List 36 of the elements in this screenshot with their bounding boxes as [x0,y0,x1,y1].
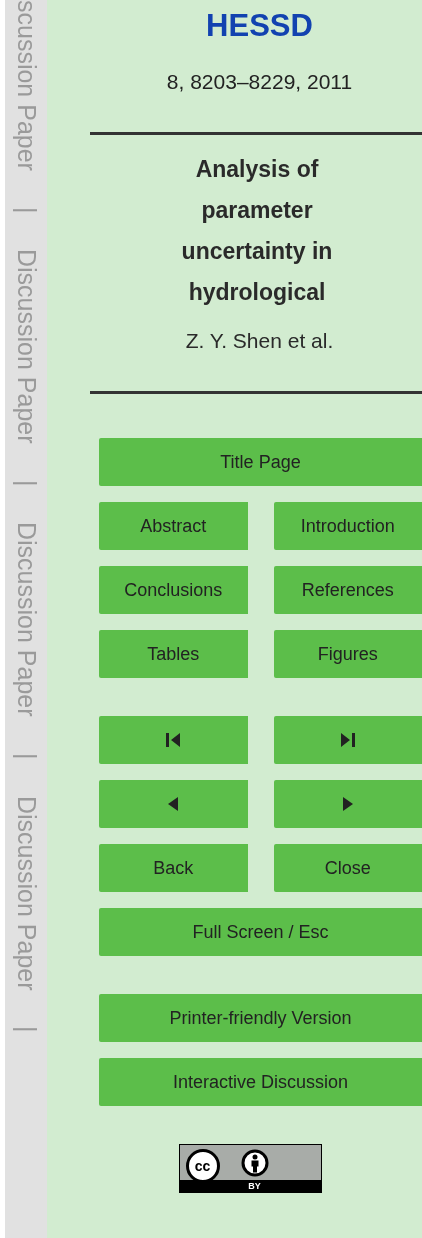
first-page-icon [166,733,181,747]
margin-label: Discussion Paper [13,522,39,717]
nav-button[interactable]: Full Screen / Esc [99,908,422,956]
margin-label: scussion Paper [13,0,39,171]
nav-button[interactable]: Figures [273,630,422,678]
authors: Z. Y. Shen et al. [184,329,335,353]
journal-name: HESSD [205,7,314,44]
nav-button[interactable]: Printer-friendly Version [99,994,422,1042]
nav-button[interactable]: Conclusions [99,566,248,614]
margin-label: | [13,206,39,214]
nav-button[interactable] [99,780,248,828]
margin-label: | [13,1026,39,1033]
citation: 8, 8203–8229, 2011 [165,70,354,94]
cc-logo: cc [185,1149,220,1183]
nav-button[interactable] [99,716,248,764]
margin-label: Discussion Paper [13,249,39,444]
nav-button[interactable] [273,780,422,828]
nav-button[interactable]: References [273,566,422,614]
nav-button[interactable]: Tables [99,630,248,678]
nav-button[interactable]: Back [99,844,248,892]
nav-button[interactable] [273,716,422,764]
nav-button[interactable]: Title Page [99,438,422,486]
nav-button[interactable]: Abstract [99,502,248,550]
last-page-icon [340,733,355,747]
previous-icon [168,797,179,811]
nav-button[interactable]: Interactive Discussion [99,1058,422,1106]
paper-title: Analysis of parameter uncertainty in hydrological [180,155,334,307]
license-badge[interactable]: cc BY [178,1144,322,1193]
license-label: BY [247,1180,262,1192]
margin-label: Discussion Paper [13,795,39,991]
margin-label: | [13,479,39,487]
person-icon [240,1149,269,1177]
nav-button[interactable]: Introduction [273,502,422,550]
nav-button[interactable]: Close [273,844,422,892]
margin-label: | [13,753,39,760]
next-icon [342,797,353,811]
